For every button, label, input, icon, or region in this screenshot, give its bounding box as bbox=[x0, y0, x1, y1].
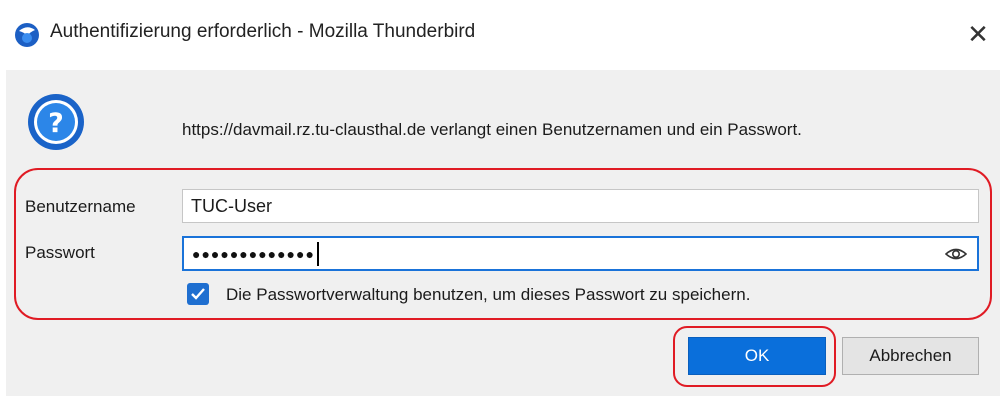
thunderbird-icon bbox=[15, 23, 39, 47]
window-title: Authentifizierung erforderlich - Mozilla… bbox=[50, 21, 476, 42]
title-bar: Authentifizierung erforderlich - Mozilla… bbox=[0, 0, 1006, 70]
cancel-button[interactable]: Abbrechen bbox=[842, 337, 979, 375]
close-button[interactable]: ✕ bbox=[958, 14, 998, 54]
remember-password-label[interactable]: Die Passwortverwaltung benutzen, um dies… bbox=[226, 285, 750, 305]
password-value: ●●●●●●●●●●●●● bbox=[192, 245, 315, 262]
username-label: Benutzername bbox=[25, 197, 136, 216]
username-field[interactable]: TUC-User bbox=[182, 189, 979, 223]
checkmark-icon bbox=[191, 288, 205, 300]
svg-text:?: ? bbox=[48, 108, 64, 139]
remember-password-checkbox[interactable] bbox=[187, 283, 209, 305]
close-icon: ✕ bbox=[967, 18, 989, 49]
password-field[interactable]: ●●●●●●●●●●●●● bbox=[182, 236, 979, 271]
password-label: Passwort bbox=[25, 243, 95, 262]
eye-icon[interactable] bbox=[945, 244, 967, 264]
text-caret bbox=[316, 241, 319, 266]
ok-button[interactable]: OK bbox=[688, 337, 826, 375]
question-icon: ? bbox=[28, 94, 84, 150]
auth-message: https://davmail.rz.tu-clausthal.de verla… bbox=[182, 120, 802, 139]
